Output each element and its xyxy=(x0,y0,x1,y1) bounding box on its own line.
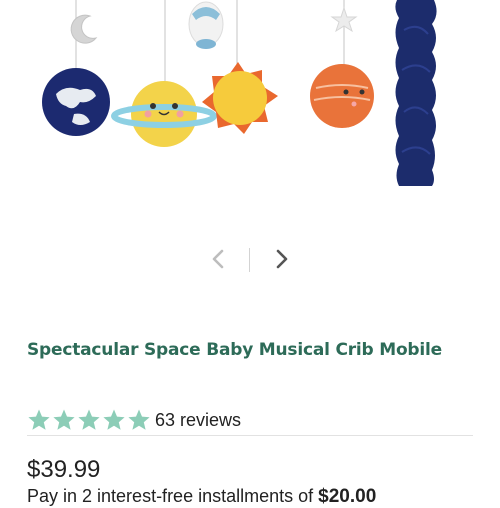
divider xyxy=(27,435,473,436)
star-icon xyxy=(28,409,50,430)
star-icon xyxy=(103,409,125,430)
product-rating: 63 reviews xyxy=(27,407,241,433)
earth-plush xyxy=(42,68,110,136)
chevron-right-icon xyxy=(276,249,288,269)
star-icon xyxy=(78,409,100,430)
sun-plush xyxy=(202,62,278,134)
nav-divider xyxy=(249,248,250,272)
installments-text: Pay in 2 interest-free installments of $… xyxy=(27,486,376,508)
mars-plush xyxy=(310,64,374,128)
chevron-left-icon xyxy=(212,249,224,269)
next-image-button[interactable] xyxy=(269,244,295,274)
reviews-link[interactable]: 63 reviews xyxy=(155,410,241,431)
arm-cover xyxy=(395,0,437,186)
star-icon xyxy=(128,409,150,430)
saturn-plush xyxy=(111,81,217,147)
installment-amount: $20.00 xyxy=(318,486,377,507)
product-image xyxy=(42,0,437,186)
carousel-nav xyxy=(0,244,500,276)
product-image-carousel[interactable] xyxy=(0,0,500,195)
moon-plush xyxy=(70,14,98,44)
rating-stars[interactable] xyxy=(27,408,151,432)
previous-image-button[interactable] xyxy=(206,244,232,274)
product-price: $39.99 xyxy=(27,456,101,483)
rocket-plush xyxy=(188,1,224,49)
star-icon xyxy=(53,409,75,430)
installments-label: Pay in 2 interest-free installments of xyxy=(27,486,314,506)
product-title: Spectacular Space Baby Musical Crib Mobi… xyxy=(27,340,442,360)
